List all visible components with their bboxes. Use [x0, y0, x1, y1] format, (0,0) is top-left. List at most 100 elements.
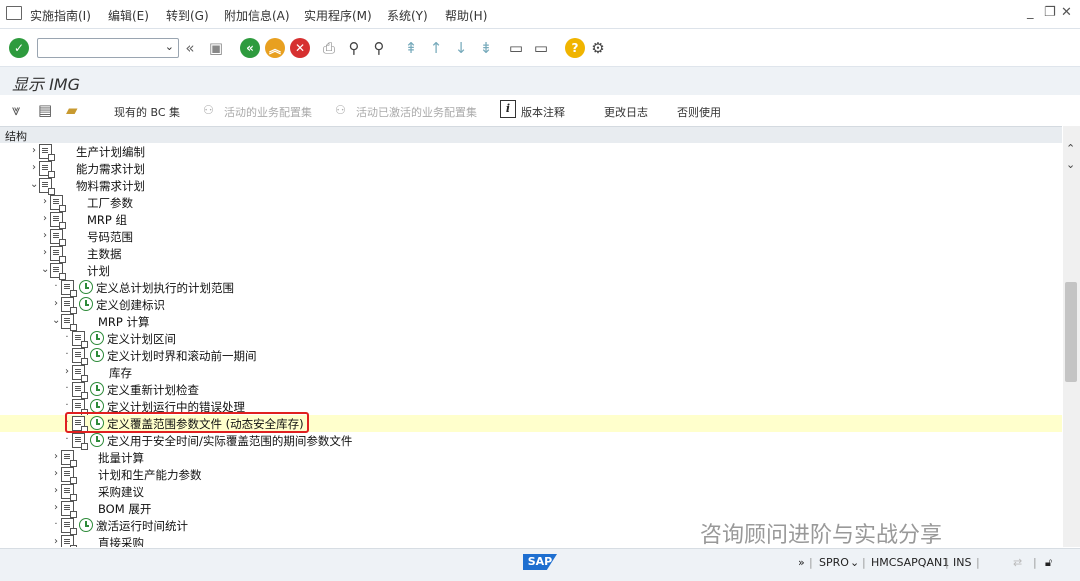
- tree-node-label[interactable]: 激活运行时间统计: [96, 518, 188, 534]
- info-icon[interactable]: i: [500, 100, 516, 118]
- tree-node[interactable]: › 号码范围: [0, 228, 1062, 246]
- documentation-icon[interactable]: [61, 484, 77, 501]
- tree-node[interactable]: › 定义创建标识: [0, 296, 1062, 314]
- tree-node-label[interactable]: 定义重新计划检查: [107, 382, 199, 398]
- documentation-icon[interactable]: [72, 331, 88, 348]
- documentation-icon[interactable]: [72, 382, 88, 399]
- expand-icon[interactable]: ›: [41, 247, 49, 258]
- tree-node[interactable]: › 主数据: [0, 245, 1062, 263]
- tree-node-label[interactable]: 定义创建标识: [96, 297, 165, 313]
- documentation-icon[interactable]: [72, 348, 88, 365]
- documentation-icon[interactable]: [61, 450, 77, 467]
- tree-node-label[interactable]: BOM 展开: [98, 501, 151, 517]
- documentation-icon[interactable]: [39, 161, 55, 178]
- tree-node[interactable]: · 定义重新计划检查: [0, 381, 1062, 399]
- tree-node[interactable]: › 采购建议: [0, 483, 1062, 501]
- tree-node[interactable]: · 定义总计划执行的计划范围: [0, 279, 1062, 297]
- tree-node-label[interactable]: 直接采购: [98, 535, 144, 547]
- documentation-icon[interactable]: [72, 433, 88, 450]
- tree-node[interactable]: · 定义计划区间: [0, 330, 1062, 348]
- tree-node[interactable]: › 能力需求计划: [0, 160, 1062, 178]
- where-used-button[interactable]: 否则使用: [677, 104, 721, 120]
- scrollbar-thumb[interactable]: [1065, 282, 1077, 382]
- scroll-up-icon[interactable]: ⌃: [1066, 142, 1075, 155]
- collapse-icon[interactable]: ⌄: [30, 179, 38, 190]
- tree-node-label[interactable]: 定义总计划执行的计划范围: [96, 280, 234, 296]
- activated-config-set-button[interactable]: 活动已激活的业务配置集: [356, 104, 477, 120]
- save-icon[interactable]: ▣: [207, 39, 225, 57]
- documentation-icon[interactable]: [39, 178, 55, 195]
- tree-node-label[interactable]: MRP 计算: [98, 314, 150, 330]
- close-icon[interactable]: ✕: [1061, 5, 1072, 20]
- vertical-scrollbar[interactable]: ⌃ ⌄: [1063, 126, 1080, 547]
- tree-node-label[interactable]: 定义计划时界和滚动前一期间: [107, 348, 257, 364]
- execute-activity-icon[interactable]: [79, 518, 93, 532]
- expand-icon[interactable]: ›: [52, 451, 60, 462]
- documentation-icon[interactable]: [61, 297, 77, 314]
- cancel-icon[interactable]: ✕: [290, 38, 310, 58]
- help-icon[interactable]: ?: [565, 38, 585, 58]
- documentation-icon[interactable]: [39, 144, 55, 161]
- tree-node[interactable]: › MRP 组: [0, 211, 1062, 229]
- documentation-icon[interactable]: [61, 501, 77, 518]
- tree-node[interactable]: › 工厂参数: [0, 194, 1062, 212]
- print-icon[interactable]: ⎙: [320, 39, 338, 57]
- tree-node-label[interactable]: 号码范围: [87, 229, 133, 245]
- collapse-left-icon[interactable]: «: [181, 39, 199, 57]
- expand-all-icon[interactable]: ⩔: [12, 101, 20, 119]
- collapse-icon[interactable]: ⌄: [41, 264, 49, 275]
- current-bc-set-button[interactable]: 现有的 BC 集: [114, 104, 180, 120]
- execute-activity-icon[interactable]: [90, 348, 104, 362]
- expand-icon[interactable]: ›: [30, 162, 38, 173]
- documentation-icon[interactable]: [50, 263, 66, 280]
- menu-edit[interactable]: 编辑(E): [108, 7, 149, 24]
- chevron-down-icon[interactable]: ⌄: [850, 556, 859, 569]
- tree-node-label[interactable]: 库存: [109, 365, 132, 381]
- shortcut-icon[interactable]: ▭: [532, 39, 550, 57]
- tree-node[interactable]: › BOM 展开: [0, 500, 1062, 518]
- restore-icon[interactable]: ❐: [1044, 5, 1056, 20]
- scroll-down-icon[interactable]: ⌄: [1066, 158, 1075, 171]
- tree-node-label[interactable]: 生产计划编制: [76, 144, 145, 160]
- documentation-icon[interactable]: [50, 212, 66, 229]
- menu-extras[interactable]: 附加信息(A): [224, 7, 290, 24]
- status-expand-icon[interactable]: »: [798, 556, 805, 569]
- create-session-icon[interactable]: ▭: [507, 39, 525, 57]
- tree-node-label[interactable]: 物料需求计划: [76, 178, 145, 194]
- menu-system[interactable]: 系统(Y): [387, 7, 428, 24]
- find-icon[interactable]: ⚲: [345, 39, 363, 57]
- chevron-down-icon[interactable]: ⌄: [165, 40, 174, 53]
- tree-node-label[interactable]: 定义用于安全时间/实际覆盖范围的期间参数文件: [107, 433, 352, 449]
- tree-node-label[interactable]: 工厂参数: [87, 195, 133, 211]
- tree-node[interactable]: ⌄ MRP 计算: [0, 313, 1062, 331]
- execute-activity-icon[interactable]: [79, 297, 93, 311]
- next-page-icon[interactable]: ↓: [452, 39, 470, 57]
- gear-icon[interactable]: ⚙: [589, 39, 607, 57]
- documentation-icon[interactable]: [72, 365, 88, 382]
- expand-icon[interactable]: ›: [52, 298, 60, 309]
- release-notes-button[interactable]: 版本注释: [521, 104, 565, 120]
- execute-activity-icon[interactable]: [90, 382, 104, 396]
- command-field[interactable]: ⌄: [37, 38, 179, 58]
- tree-node[interactable]: · 定义用于安全时间/实际覆盖范围的期间参数文件: [0, 432, 1062, 450]
- menu-help[interactable]: 帮助(H): [445, 7, 487, 24]
- tree-node[interactable]: ⌄ 物料需求计划: [0, 177, 1062, 195]
- tree-node[interactable]: ⌄ 计划: [0, 262, 1062, 280]
- tree-node-label[interactable]: 定义计划区间: [107, 331, 176, 347]
- system-menu-icon[interactable]: [6, 6, 22, 20]
- find-next-icon[interactable]: ⚲: [370, 39, 388, 57]
- lock-icon[interactable]: 🔓︎: [1045, 556, 1052, 570]
- menu-utilities[interactable]: 实用程序(M): [304, 7, 372, 24]
- tree-node-label[interactable]: MRP 组: [87, 212, 127, 228]
- documentation-icon[interactable]: [61, 535, 77, 547]
- documentation-icon[interactable]: [50, 195, 66, 212]
- change-log-button[interactable]: 更改日志: [604, 104, 648, 120]
- tree-node-label[interactable]: 主数据: [87, 246, 122, 262]
- back-icon[interactable]: «: [240, 38, 260, 58]
- tree-node-label[interactable]: 采购建议: [98, 484, 144, 500]
- expand-icon[interactable]: ›: [52, 468, 60, 479]
- tree-node-label[interactable]: 批量计算: [98, 450, 144, 466]
- documentation-icon[interactable]: [50, 229, 66, 246]
- execute-activity-icon[interactable]: [79, 280, 93, 294]
- execute-activity-icon[interactable]: [90, 399, 104, 413]
